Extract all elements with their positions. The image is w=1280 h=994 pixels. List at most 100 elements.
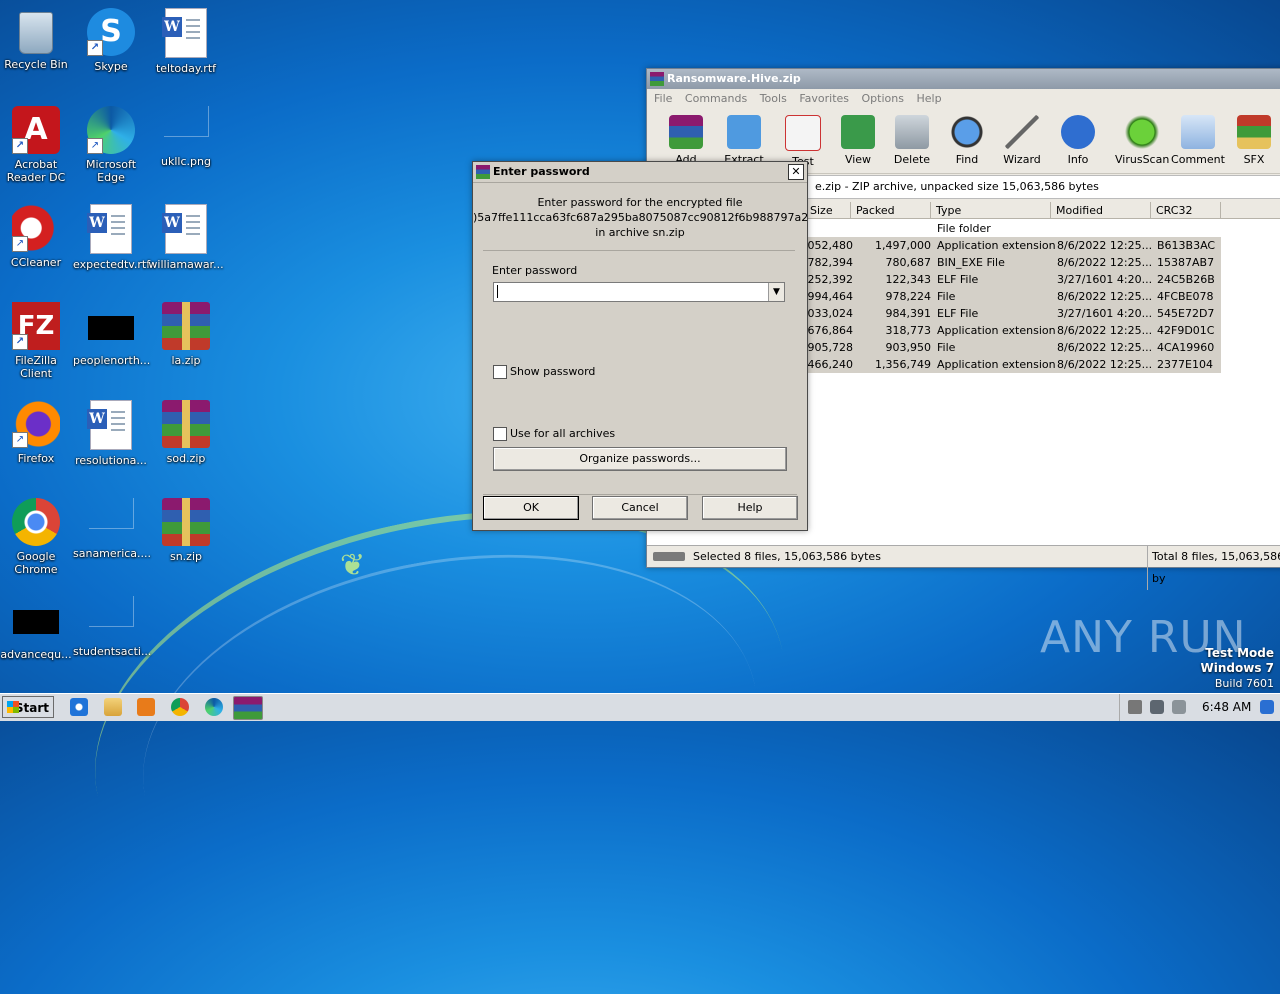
- show-desktop-icon[interactable]: [1260, 700, 1274, 714]
- column-header-size[interactable]: Size: [805, 202, 851, 219]
- tool-info-button[interactable]: Info: [1051, 115, 1105, 166]
- virus-icon: [1125, 115, 1159, 149]
- desktop-icon-label: Recycle Bin: [4, 58, 68, 71]
- column-header-type[interactable]: Type: [931, 202, 1051, 219]
- desktop-icon-recycle-bin[interactable]: Recycle Bin: [0, 8, 74, 71]
- winrar-statusbar: Selected 8 files, 15,063,586 bytes Total…: [647, 545, 1280, 590]
- volume-icon[interactable]: [1128, 700, 1142, 714]
- windows-logo-icon: [7, 701, 19, 713]
- chevron-down-icon[interactable]: ▼: [768, 283, 784, 301]
- cell-size: 252,392: [807, 273, 854, 286]
- desktop-icon-skype[interactable]: S ↗ Skype: [73, 8, 149, 73]
- cell-type: BIN_EXE File: [937, 256, 1005, 269]
- media-player-icon[interactable]: [137, 698, 155, 716]
- tool-label: Comment: [1171, 153, 1225, 166]
- desktop-icon-sn-zip[interactable]: sn.zip: [148, 498, 224, 563]
- column-header-packed[interactable]: Packed: [851, 202, 931, 219]
- use-for-all-archives-checkbox[interactable]: [493, 427, 507, 441]
- menu-help[interactable]: Help: [916, 92, 941, 105]
- organize-passwords-button[interactable]: Organize passwords...: [493, 447, 787, 471]
- desktop-icon-studentsacti[interactable]: studentsacti...: [73, 596, 151, 658]
- show-password-label[interactable]: Show password: [510, 365, 595, 378]
- internet-explorer-icon[interactable]: [70, 698, 88, 716]
- cancel-button[interactable]: Cancel: [592, 496, 688, 520]
- menu-commands[interactable]: Commands: [685, 92, 747, 105]
- column-header-crc32[interactable]: CRC32: [1151, 202, 1221, 219]
- tool-comment-button[interactable]: Comment: [1171, 115, 1225, 166]
- file-row[interactable]: 252,392 122,343 ELF File 3/27/1601 4:20.…: [805, 271, 1221, 288]
- chrome-icon[interactable]: [171, 698, 189, 716]
- desktop-icon-label: Firefox: [17, 452, 55, 465]
- tool-view-button[interactable]: View: [831, 115, 885, 166]
- desktop-icon-la-zip[interactable]: la.zip: [148, 302, 224, 367]
- desktop-icon-label: sanamerica....: [73, 547, 152, 560]
- ok-button[interactable]: OK: [483, 496, 579, 520]
- desktop-icon-label: sod.zip: [166, 452, 206, 465]
- use-for-all-archives-label[interactable]: Use for all archives: [510, 427, 615, 440]
- desktop-icon-label: williamawar...: [148, 258, 224, 271]
- desktop-icon-ukllc[interactable]: ukllc.png: [148, 106, 224, 168]
- tool-delete-button[interactable]: Delete: [885, 115, 939, 166]
- tool-sfx-button[interactable]: SFX: [1227, 115, 1280, 166]
- desktop-icon-sanamerica[interactable]: sanamerica....: [73, 498, 152, 560]
- desktop-icon-ccleaner[interactable]: ↗ CCleaner: [0, 204, 74, 269]
- menu-favorites[interactable]: Favorites: [799, 92, 849, 105]
- drive-key-icon: [653, 552, 685, 561]
- winrar-taskbar-button[interactable]: [233, 696, 263, 720]
- desktop-icon-teltoday[interactable]: teltoday.rtf: [148, 8, 224, 75]
- password-combobox[interactable]: ▼: [493, 282, 785, 302]
- menu-options[interactable]: Options: [862, 92, 904, 105]
- edge-icon[interactable]: [205, 698, 223, 716]
- desktop-icon-williamawar[interactable]: williamawar...: [148, 204, 224, 271]
- action-center-flag-icon[interactable]: [1172, 700, 1186, 714]
- file-row[interactable]: 052,480 1,497,000 Application extension …: [805, 237, 1221, 254]
- tool-virusscan-button[interactable]: VirusScan: [1115, 115, 1169, 166]
- menu-tools[interactable]: Tools: [760, 92, 787, 105]
- taskbar: Start 6:48 AM: [0, 693, 1280, 721]
- desktop-icon-chrome[interactable]: Google Chrome: [0, 498, 74, 576]
- winrar-archive-icon: [162, 302, 210, 350]
- desktop-icon-advancequ[interactable]: advancequ...: [0, 596, 74, 661]
- close-button[interactable]: ✕: [788, 164, 804, 180]
- tool-find-button[interactable]: Find: [940, 115, 994, 166]
- file-row[interactable]: 466,240 1,356,749 Application extension …: [805, 356, 1221, 373]
- enter-password-dialog[interactable]: Enter password ✕ Enter password for the …: [472, 161, 808, 531]
- tool-wizard-button[interactable]: Wizard: [995, 115, 1049, 166]
- desktop-icon-expectedtv[interactable]: expectedtv.rtf: [73, 204, 150, 271]
- tool-label: Delete: [893, 153, 931, 166]
- file-row[interactable]: 905,728 903,950 File 8/6/2022 12:25... 4…: [805, 339, 1221, 356]
- system-clock[interactable]: 6:48 AM: [1202, 694, 1251, 721]
- desktop-icon-peoplenorth[interactable]: peoplenorth...: [73, 302, 150, 367]
- cell-type: File folder: [937, 222, 991, 235]
- start-button[interactable]: Start: [2, 696, 54, 718]
- tool-label: Wizard: [1003, 153, 1041, 166]
- menu-file[interactable]: File: [654, 92, 672, 105]
- text-caret: [497, 285, 498, 298]
- winrar-titlebar[interactable]: Ransomware.Hive.zip: [647, 69, 1280, 89]
- column-header-modified[interactable]: Modified: [1051, 202, 1151, 219]
- file-row[interactable]: 033,024 984,391 ELF File 3/27/1601 4:20.…: [805, 305, 1221, 322]
- desktop-icon-edge[interactable]: ↗ Microsoft Edge: [73, 106, 149, 184]
- desktop-icon-resolutiona[interactable]: resolutiona...: [73, 400, 149, 467]
- desktop-icon-firefox[interactable]: ↗ Firefox: [0, 400, 74, 465]
- file-row[interactable]: File folder: [805, 220, 1221, 237]
- word-document-icon: [87, 400, 132, 450]
- help-button[interactable]: Help: [702, 496, 798, 520]
- cell-type: ELF File: [937, 307, 979, 320]
- desktop-icon-filezilla[interactable]: FZ ↗ FileZilla Client: [0, 302, 74, 380]
- dialog-title: Enter password: [493, 165, 590, 178]
- explorer-folder-icon[interactable]: [104, 698, 122, 716]
- desktop-icon-sod-zip[interactable]: sod.zip: [148, 400, 224, 465]
- show-password-checkbox[interactable]: [493, 365, 507, 379]
- dialog-titlebar[interactable]: Enter password ✕: [473, 162, 807, 183]
- file-row[interactable]: 676,864 318,773 Application extension 8/…: [805, 322, 1221, 339]
- tool-add-button[interactable]: Add: [659, 115, 713, 166]
- cell-size: 905,728: [807, 341, 854, 354]
- desktop-icon-acrobat[interactable]: A ↗ Acrobat Reader DC: [0, 106, 74, 184]
- cell-size: 033,024: [807, 307, 854, 320]
- file-row[interactable]: 994,464 978,224 File 8/6/2022 12:25... 4…: [805, 288, 1221, 305]
- shortcut-arrow-icon: ↗: [12, 138, 28, 154]
- file-row[interactable]: 782,394 780,687 BIN_EXE File 8/6/2022 12…: [805, 254, 1221, 271]
- network-icon[interactable]: [1150, 700, 1164, 714]
- word-document-icon: [162, 204, 207, 254]
